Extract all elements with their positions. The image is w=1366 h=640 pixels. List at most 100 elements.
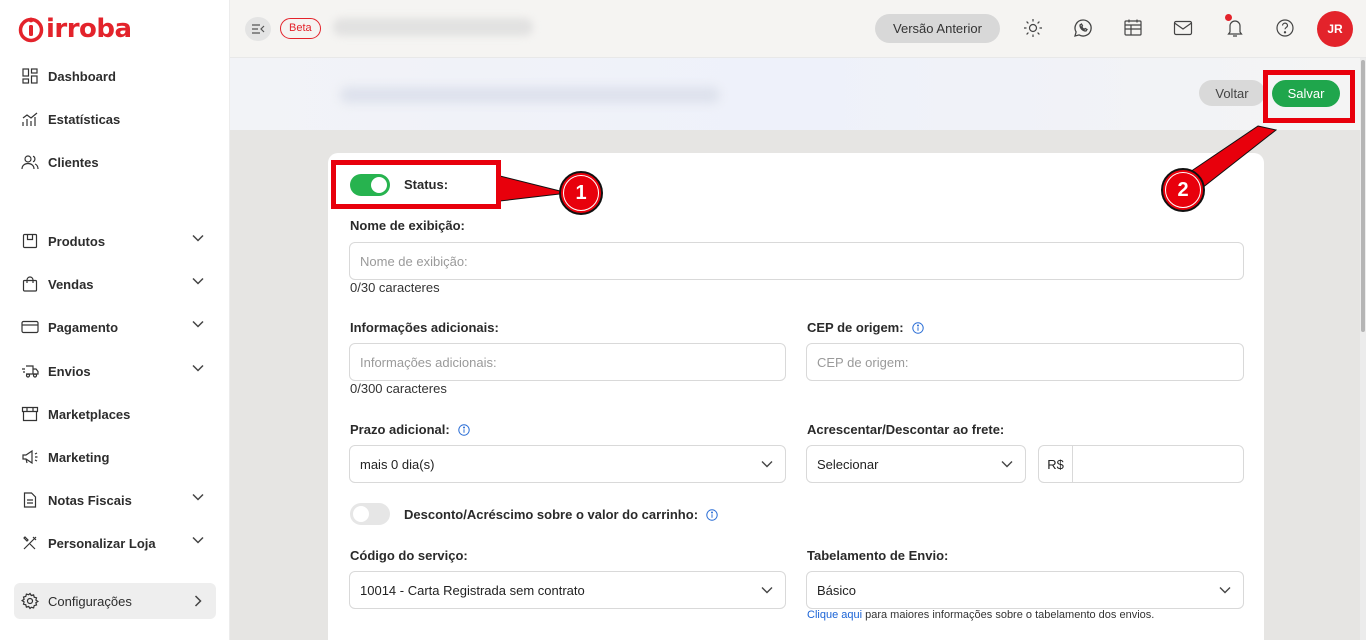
freight-adjust-label: Acrescentar/Descontar ao frete:	[807, 422, 1005, 437]
chevron-down-icon	[192, 364, 204, 372]
top-bar: Beta Versão Anterior JR	[230, 0, 1366, 58]
service-code-label: Código do serviço:	[350, 548, 468, 563]
sidebar-item-label: Marketing	[48, 449, 110, 465]
sidebar-item-estatisticas[interactable]: Estatísticas	[14, 101, 216, 137]
card-icon	[20, 317, 40, 337]
shipping-table-value: Básico	[817, 582, 857, 598]
sidebar-item-label: Dashboard	[48, 68, 116, 84]
chevron-down-icon	[192, 536, 204, 544]
service-code-select[interactable]: 10014 - Carta Registrada sem contrato	[349, 571, 786, 609]
beta-badge: Beta	[280, 18, 321, 39]
gear-icon	[20, 591, 40, 611]
chevron-down-icon	[192, 320, 204, 328]
irroba-logo[interactable]: irroba	[18, 12, 132, 46]
info-icon[interactable]	[458, 423, 470, 436]
sidebar-item-label: Vendas	[48, 276, 94, 292]
display-name-counter: 0/30 caracteres	[350, 280, 440, 295]
freight-adjust-value: Selecionar	[817, 456, 879, 472]
sidebar-item-dashboard[interactable]: Dashboard	[14, 58, 216, 94]
chevron-right-icon	[194, 595, 202, 607]
logo-mark-icon	[18, 17, 44, 43]
shipping-table-select[interactable]: Básico	[806, 571, 1244, 609]
logo-text: irroba	[46, 14, 132, 44]
sidebar-item-produtos[interactable]: Produtos	[14, 223, 216, 259]
origin-cep-input[interactable]: CEP de origem:	[806, 343, 1244, 381]
sidebar-toggle-button[interactable]	[245, 17, 271, 41]
service-code-value: 10014 - Carta Registrada sem contrato	[360, 582, 585, 598]
shipping-table-help-link[interactable]: Clique aqui	[807, 609, 862, 621]
sidebar-item-label: Pagamento	[48, 319, 119, 335]
chevron-down-icon	[1001, 461, 1013, 468]
notification-dot	[1225, 14, 1232, 21]
sidebar-item-label: Clientes	[48, 154, 99, 170]
annotation-step-2: 2	[1161, 168, 1205, 212]
sidebar-item-marketing[interactable]: Marketing	[14, 439, 216, 475]
sidebar-item-label: Notas Fiscais	[48, 492, 132, 508]
box-icon	[20, 231, 40, 251]
cart-discount-toggle[interactable]	[350, 503, 390, 525]
extra-deadline-value: mais 0 dia(s)	[360, 456, 435, 472]
sidebar-item-label: Marketplaces	[48, 406, 131, 422]
blurred-title	[333, 18, 533, 36]
display-name-label: Nome de exibição:	[350, 218, 465, 233]
sidebar-item-notas-fiscais[interactable]: Notas Fiscais	[14, 482, 216, 518]
currency-prefix: R$	[1039, 446, 1073, 482]
display-name-input[interactable]: Nome de exibição:	[349, 242, 1244, 280]
whatsapp-icon[interactable]	[1072, 17, 1094, 39]
chevron-down-icon	[1219, 587, 1231, 594]
page-action-bar: Voltar Salvar	[230, 58, 1360, 130]
toggle-knob	[353, 506, 369, 522]
additional-info-input[interactable]: Informações adicionais:	[349, 343, 786, 381]
shipping-table-help-text: para maiores informações sobre o tabelam…	[862, 609, 1155, 621]
sidebar-item-configuracoes[interactable]: Configurações	[14, 583, 216, 619]
bag-icon	[20, 274, 40, 294]
sun-icon[interactable]	[1022, 17, 1044, 39]
freight-adjust-select[interactable]: Selecionar	[806, 445, 1026, 483]
previous-version-button[interactable]: Versão Anterior	[875, 14, 1000, 43]
users-icon	[20, 152, 40, 172]
sidebar-item-label: Personalizar Loja	[48, 535, 156, 551]
sidebar-item-pagamento[interactable]: Pagamento	[14, 309, 216, 345]
sidebar-item-vendas[interactable]: Vendas	[14, 266, 216, 302]
blurred-breadcrumb	[340, 87, 720, 103]
stats-icon	[20, 109, 40, 129]
info-icon[interactable]	[911, 321, 924, 334]
sidebar-item-envios[interactable]: Envios	[14, 353, 216, 389]
document-icon	[20, 490, 40, 510]
extra-deadline-select[interactable]: mais 0 dia(s)	[349, 445, 786, 483]
info-icon[interactable]	[706, 508, 718, 521]
sidebar-item-label: Produtos	[48, 233, 106, 249]
sidebar-item-marketplaces[interactable]: Marketplaces	[14, 396, 216, 432]
shipping-table-label: Tabelamento de Envio:	[807, 548, 949, 563]
annotation-box-status	[331, 160, 501, 209]
shipping-table-help: Clique aqui para maiores informações sob…	[807, 609, 1154, 621]
avatar[interactable]: JR	[1317, 11, 1353, 47]
help-icon[interactable]	[1274, 17, 1296, 39]
additional-info-counter: 0/300 caracteres	[350, 381, 447, 396]
sidebar: irroba Dashboard Estatísticas Clientes P…	[0, 0, 230, 640]
calendar-icon[interactable]	[1122, 17, 1144, 39]
sidebar-item-clientes[interactable]: Clientes	[14, 144, 216, 180]
mail-icon[interactable]	[1172, 17, 1194, 39]
cart-discount-label-text: Desconto/Acréscimo sobre o valor do carr…	[404, 507, 699, 522]
truck-icon	[20, 361, 40, 381]
chevron-down-icon	[192, 493, 204, 501]
sidebar-item-label: Configurações	[48, 593, 132, 609]
origin-cep-label-text: CEP de origem:	[807, 320, 904, 335]
annotation-step-1: 1	[559, 171, 603, 215]
sidebar-item-label: Estatísticas	[48, 111, 121, 127]
collapse-menu-icon	[252, 24, 265, 34]
sidebar-item-label: Envios	[48, 363, 91, 379]
additional-info-label: Informações adicionais:	[350, 320, 499, 335]
chevron-down-icon	[192, 277, 204, 285]
scrollbar-thumb[interactable]	[1361, 60, 1365, 332]
chevron-down-icon	[192, 234, 204, 242]
sidebar-item-personalizar-loja[interactable]: Personalizar Loja	[14, 525, 216, 561]
freight-amount-input[interactable]: R$	[1038, 445, 1244, 483]
back-button[interactable]: Voltar	[1199, 80, 1265, 106]
extra-deadline-label: Prazo adicional:	[350, 422, 470, 437]
shipping-method-form: Status: Nome de exibição: Nome de exibiç…	[328, 153, 1264, 640]
tools-icon	[20, 533, 40, 553]
chevron-down-icon	[761, 461, 773, 468]
dashboard-icon	[20, 66, 40, 86]
